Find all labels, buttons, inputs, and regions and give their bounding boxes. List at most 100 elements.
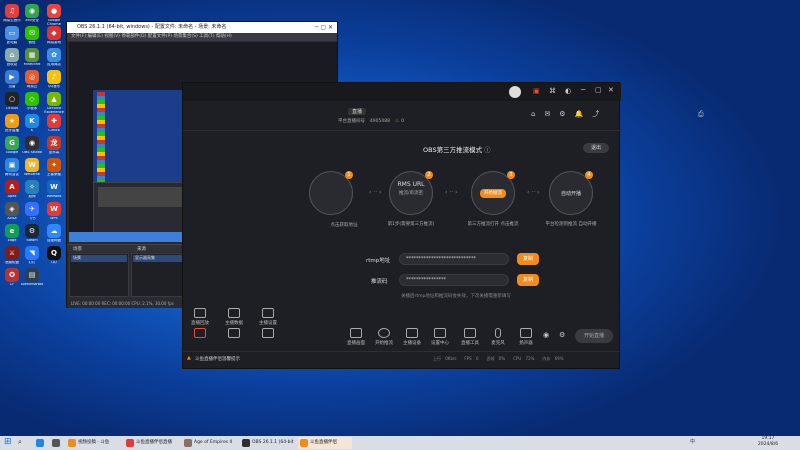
tool-device[interactable]: 主播设备 (397, 328, 427, 346)
app-icon: ◆ (47, 26, 61, 40)
scenes-header: 场景 (73, 247, 82, 252)
exit-mode-button[interactable]: 退出 (583, 143, 609, 153)
eye-icon[interactable]: ◉ (543, 331, 549, 339)
desktop-icon[interactable]: ⚙ Steam (21, 224, 43, 245)
stream-key-field[interactable]: **************** (399, 274, 509, 286)
desktop-icon[interactable]: ▲ GeForce Experience (43, 92, 65, 113)
desktop-icon[interactable]: ◈ AxiDI (1, 202, 23, 223)
tool-game[interactable] (185, 328, 215, 340)
start-icon[interactable]: ⊞ (4, 437, 12, 447)
room-label: 平台直播间号 (338, 119, 365, 124)
taskbar-item[interactable]: OBS 26.1.1 (64-bit) (240, 437, 294, 449)
desktop-icon[interactable]: ◥ 钉钉 (21, 246, 43, 267)
tool-camera[interactable]: 开始推流 (369, 328, 399, 346)
tool-speaker[interactable]: 扬声器 (511, 328, 541, 346)
app-titlebar[interactable]: ▣ ⌘ ◐ ─ ▢ ✕ (183, 83, 621, 101)
desktop-icon[interactable]: ◎ 网易云 (21, 70, 43, 91)
desktop-icon[interactable]: ▭ 此电脑 (1, 26, 23, 47)
desktop-icon[interactable]: Q QQ (43, 246, 65, 267)
tool-microphone[interactable]: 麦克风 (483, 328, 513, 346)
desktop-icon[interactable]: ◉ 360安全 (21, 4, 43, 25)
desktop-icon[interactable]: ◉ OBS Studio (21, 136, 43, 157)
desktop-icon[interactable]: 龙逆水寒 (43, 136, 65, 157)
taskbar-item[interactable]: 斗鱼直播伴侣直播 (124, 437, 178, 449)
desktop-icon[interactable]: ☁ 百度网盘 (43, 224, 65, 245)
taskbar-item[interactable]: 视频投稿 · 斗鱼 (66, 437, 120, 449)
taskbar-item[interactable] (34, 437, 46, 449)
desktop-icon[interactable]: ✦ 王者荣耀 (43, 158, 65, 179)
desktop-icon[interactable]: KK (21, 114, 43, 135)
desktop-icon[interactable]: ▶ 迅雷 (1, 70, 23, 91)
desktop-icon[interactable]: ○ Oculus (1, 92, 23, 113)
tool-download[interactable] (219, 328, 249, 340)
rtmp-address-field[interactable]: **************************** (399, 253, 509, 265)
desktop-icon[interactable]: ⌂ 回收站 (1, 48, 23, 69)
desktop-icon[interactable]: ✚ Clinics (43, 114, 65, 135)
tool-share[interactable] (253, 328, 283, 340)
obs-menubar[interactable]: 文件(F) 编辑(E) 视图(V) 停靠部件(D) 配置文件(P) 场景集合(S… (67, 33, 337, 41)
screen-icon (350, 328, 362, 338)
notice-text[interactable]: 斗鱼直播伴侣温馨提示 (195, 356, 240, 362)
window-controls[interactable]: ─ ▢ ✕ (315, 22, 333, 33)
search-icon[interactable]: ⌕ (18, 438, 22, 447)
desktop-icon[interactable]: ⚔ 恶魔轮盘 (1, 246, 23, 267)
desktop-icon[interactable]: ▣ 腾讯会议 (1, 158, 23, 179)
desktop-icon[interactable]: ▤ Administrator (21, 268, 43, 289)
desktop-icon[interactable]: ♪ QQ音乐 (43, 70, 65, 91)
desktop-icon[interactable]: A Apex (1, 180, 23, 201)
desktop-icon[interactable]: ◇ 小程序 (21, 92, 43, 113)
desktop-icon[interactable]: ♫ 网易云音乐 (1, 4, 23, 25)
desktop-icon[interactable]: G Google (1, 136, 23, 157)
copy-rtmp-button[interactable]: 复制 (517, 253, 539, 265)
app-icon: ▣ (5, 158, 19, 172)
desktop-icon-label: CF (9, 283, 15, 286)
tray-lang[interactable]: 中 (690, 438, 695, 445)
hint-text: 关播后rtmp地址和推流码会失效，下次关播需重新填写 (401, 294, 511, 299)
tool-replay[interactable]: 直播回放 (185, 308, 215, 326)
tool-center[interactable]: 设置中心 (425, 328, 455, 346)
gear-icon[interactable]: ⚙ (559, 331, 565, 339)
tab-live[interactable]: 直播 (348, 108, 367, 115)
desktop-icon[interactable]: ✈ 飞书 (21, 202, 43, 223)
message-icon[interactable]: ▣ (533, 87, 540, 95)
desktop-icon[interactable]: ★ 虎牙直播 (1, 114, 23, 135)
desktop-icon[interactable]: ✿ 应用商店 (43, 48, 65, 69)
app-icon: ◉ (25, 4, 39, 18)
copy-key-button[interactable]: 复制 (517, 274, 539, 286)
tray-clock[interactable]: 19:17 2024/8/6 (748, 436, 788, 448)
tool-data[interactable]: 主播数据 (219, 308, 249, 326)
desktop-icon-label: Administrator (21, 283, 43, 286)
close-icon[interactable]: ✕ (608, 86, 614, 94)
minimize-icon[interactable]: ─ (581, 86, 585, 94)
scene-item[interactable]: 场景 (71, 255, 127, 262)
start-live-button[interactable]: 开始直播 (575, 329, 613, 343)
desktop-icon[interactable]: W WeMods (43, 180, 65, 201)
tool-settings[interactable]: 主播设置 (253, 308, 283, 326)
desktop-icon[interactable]: ✧ 原神 (21, 180, 43, 201)
scenes-list[interactable]: 场景 (69, 253, 129, 297)
desktop-icon-label: 迅雷 (8, 85, 16, 88)
desktop-icon[interactable]: ● Google Chrome (43, 4, 65, 25)
header-tools[interactable]: ⌂✉⚙🔔⤴ (531, 109, 611, 119)
streaming-app-window[interactable]: ▣ ⌘ ◐ ─ ▢ ✕ 直播 ⎙ 平台直播间号 4905488 ♨ 0 ⌂✉⚙🔔… (182, 82, 704, 369)
avatar[interactable] (509, 86, 521, 98)
desktop-icon-label: 恶魔轮盘 (5, 261, 19, 264)
tool-screen[interactable]: 直播画面 (341, 328, 371, 346)
taskbar-item[interactable]: Age of Empires II (182, 437, 236, 449)
taskbar-item[interactable] (50, 437, 62, 449)
desktop-icon[interactable]: ✪ CF (1, 268, 23, 289)
skin-icon[interactable]: ◐ (565, 87, 571, 95)
desktop-icon[interactable]: W WPS (43, 202, 65, 223)
desktop-icon[interactable]: e Edge (1, 224, 23, 245)
desktop-icon-label: OBS Studio (22, 151, 42, 154)
desktop-icon[interactable]: ✉ 微信 (21, 26, 43, 47)
desktop-icon[interactable]: ◆ 网易游戏 (43, 26, 65, 47)
desktop-icon[interactable]: W WeGame (21, 158, 43, 179)
gift-icon[interactable]: ⌘ (549, 87, 556, 95)
maximize-icon[interactable]: ▢ (595, 86, 602, 94)
taskbar-item[interactable]: 斗鱼直播伴侣 (298, 437, 352, 449)
tool-icon-1[interactable]: ⎙ (698, 110, 704, 119)
obs-titlebar[interactable]: OBS 26.1.1 (64-bit, windows) - 配置文件: 未命名… (67, 22, 337, 33)
tool-live-tools[interactable]: 直播工具 (455, 328, 485, 346)
desktop-icon[interactable]: ▦ Minecraft (21, 48, 43, 69)
